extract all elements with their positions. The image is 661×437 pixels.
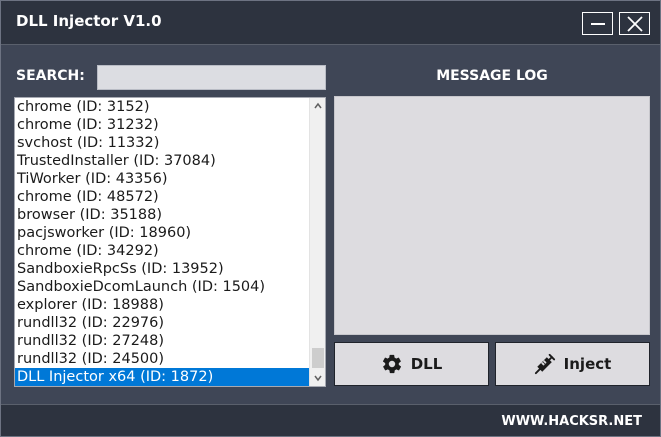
process-list-item[interactable]: pacjsworker (ID: 18960) [15,224,309,242]
process-list-item[interactable]: explorer (ID: 18988) [15,296,309,314]
footer-bar: WWW.HACKSR.NET [1,404,660,436]
dll-button-label: DLL [410,355,443,373]
dll-button[interactable]: DLL [334,342,489,386]
process-list-item[interactable]: TrustedInstaller (ID: 37084) [15,152,309,170]
process-list-item[interactable]: SandboxieDcomLaunch (ID: 1504) [15,278,309,296]
process-list-item[interactable]: chrome (ID: 3152) [15,98,309,116]
process-list-item[interactable]: chrome (ID: 31232) [15,116,309,134]
window-title: DLL Injector V1.0 [16,12,162,30]
process-list-item[interactable]: chrome (ID: 48572) [15,188,309,206]
title-bar[interactable]: DLL Injector V1.0 [1,1,660,45]
footer-website-label: WWW.HACKSR.NET [501,414,642,429]
process-list-item[interactable]: rundll32 (ID: 24500) [15,350,309,368]
close-icon [627,16,643,32]
process-list-scrollbar[interactable] [309,98,325,386]
close-button[interactable] [619,12,650,35]
minimize-icon [591,23,605,25]
message-log-label: MESSAGE LOG [436,68,548,84]
process-list-item[interactable]: DLL Injector x64 (ID: 1872) [15,368,309,386]
minimize-button[interactable] [582,12,613,35]
injector-window: DLL Injector V1.0 SEARCH: MESSAGE LOG ch… [0,0,661,437]
process-list-item[interactable]: browser (ID: 35188) [15,206,309,224]
process-list-item[interactable]: SandboxieRpcSs (ID: 13952) [15,260,309,278]
scroll-up-arrow-icon[interactable] [310,98,326,114]
search-label: SEARCH: [16,68,85,84]
process-list-items: chrome (ID: 3152) chrome (ID: 31232) svcho… [15,98,309,386]
process-list-item[interactable]: rundll32 (ID: 27248) [15,332,309,350]
search-input[interactable] [97,65,326,90]
inject-button-label: Inject [563,355,612,373]
process-list-item[interactable]: svchost (ID: 11332) [15,134,309,152]
syringe-icon [534,353,555,375]
message-log-panel[interactable] [334,96,650,335]
scroll-thumb[interactable] [312,348,324,368]
process-list-item[interactable]: TiWorker (ID: 43356) [15,170,309,188]
inject-button[interactable]: Inject [495,342,650,386]
process-list[interactable]: chrome (ID: 3152) chrome (ID: 31232) svcho… [14,97,326,387]
process-list-item[interactable]: rundll32 (ID: 22976) [15,314,309,332]
scroll-down-arrow-icon[interactable] [310,370,326,386]
gear-icon [382,354,401,374]
process-list-item[interactable]: chrome (ID: 34292) [15,242,309,260]
